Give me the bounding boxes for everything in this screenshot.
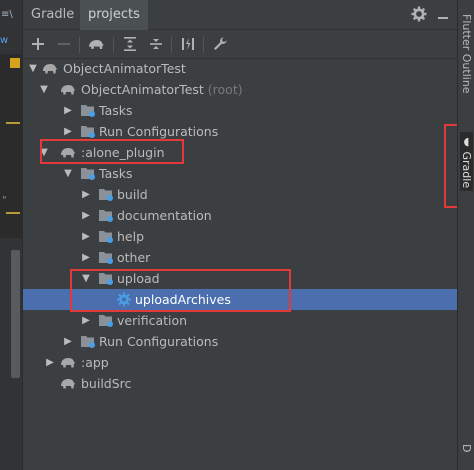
editor-scrollbar[interactable] [11, 250, 20, 378]
task-folder-icon [98, 250, 114, 265]
task-folder-icon [98, 313, 114, 328]
editor-code-fragment: w [0, 35, 9, 46]
editor-tab-glyph: ≡\ [1, 9, 13, 20]
run-config-folder-icon [80, 124, 96, 139]
gradle-stripe-label: Gradle [460, 151, 473, 189]
right-tool-stripe: Flutter Outline ◖ Gradle D [457, 0, 474, 470]
plus-icon[interactable] [29, 35, 47, 53]
chevron-right-icon[interactable]: ▶ [44, 352, 56, 373]
tree-label: :app [81, 355, 109, 370]
elephant-icon [60, 376, 76, 391]
expand-all-icon[interactable] [121, 35, 139, 53]
editor-code-fragment-quote: " [2, 195, 7, 206]
tree-row-plugin-run-configurations[interactable]: ▶ Run Configurations [23, 331, 458, 352]
flutter-outline-tab[interactable]: Flutter Outline [460, 14, 473, 94]
tool-window-header: Gradle projects [23, 0, 458, 30]
tree-row-other[interactable]: ▶ other [23, 247, 458, 268]
tree-label: documentation [117, 208, 212, 223]
toolbar-separator [171, 37, 172, 53]
tree-label: Run Configurations [99, 334, 219, 349]
chevron-right-icon[interactable]: ▶ [80, 226, 92, 247]
tree-label: build [117, 187, 148, 202]
tree-row-tasks[interactable]: ▶ Tasks [23, 100, 458, 121]
gear-icon[interactable] [411, 6, 427, 22]
task-folder-icon [80, 103, 96, 118]
gradle-stripe-tab[interactable]: ◖ Gradle [460, 132, 473, 192]
tree-row-documentation[interactable]: ▶ documentation [23, 205, 458, 226]
task-folder-icon [98, 187, 114, 202]
tree-row-build[interactable]: ▶ build [23, 184, 458, 205]
elephant-icon [42, 61, 58, 76]
tree-row-project[interactable]: ▼ ObjectAnimatorTest [23, 58, 458, 79]
elephant-icon: ◖ [460, 135, 473, 148]
editor-gutter-strip: ≡\ w " [0, 0, 22, 470]
task-folder-icon [98, 229, 114, 244]
gradle-tool-window: Gradle projects ▼ ObjectAnimatorTest ▼ O… [22, 0, 458, 470]
toolbar-separator [79, 37, 80, 53]
chevron-down-icon[interactable]: ▼ [27, 58, 39, 79]
chevron-down-icon[interactable]: ▼ [62, 163, 74, 184]
toolbar-separator [113, 37, 114, 53]
chevron-down-icon[interactable]: ▼ [38, 79, 50, 100]
collapse-all-icon[interactable] [147, 35, 165, 53]
run-config-folder-icon [80, 334, 96, 349]
minimize-icon[interactable] [435, 6, 451, 22]
wrench-icon[interactable] [211, 35, 229, 53]
tree-label: ObjectAnimatorTest [63, 61, 186, 76]
change-marker [6, 122, 20, 124]
chevron-right-icon[interactable]: ▶ [80, 310, 92, 331]
tree-label: Tasks [99, 103, 133, 118]
chevron-right-icon[interactable]: ▶ [80, 247, 92, 268]
root-module-name: ObjectAnimatorTest [81, 82, 204, 97]
chevron-right-icon[interactable]: ▶ [62, 331, 74, 352]
minus-icon[interactable] [55, 35, 73, 53]
elephant-icon [60, 82, 76, 97]
chevron-right-icon[interactable]: ▶ [62, 100, 74, 121]
toggle-offline-icon[interactable] [179, 35, 197, 53]
annotation-box-alone-plugin [40, 139, 184, 164]
tree-row-app[interactable]: ▶ :app [23, 352, 458, 373]
stripe-tab-bottom[interactable]: D [460, 444, 473, 452]
tree-label: Tasks [99, 166, 133, 181]
task-folder-icon [80, 166, 96, 181]
tab-projects[interactable]: projects [80, 0, 148, 30]
annotation-box-upload [70, 269, 291, 312]
gradle-toolbar [23, 30, 458, 59]
tree-label: ObjectAnimatorTest (root) [81, 79, 243, 100]
chevron-right-icon[interactable]: ▶ [80, 184, 92, 205]
change-marker [6, 212, 20, 214]
root-suffix: (root) [207, 82, 243, 97]
tree-row-plugin-tasks[interactable]: ▼ Tasks [23, 163, 458, 184]
warning-marker [10, 58, 20, 68]
tree-row-root-module[interactable]: ▼ ObjectAnimatorTest (root) [23, 79, 458, 100]
task-folder-icon [98, 208, 114, 223]
elephant-icon [60, 355, 76, 370]
tree-label: help [117, 229, 145, 244]
tree-label: other [117, 250, 151, 265]
tree-label: verification [117, 313, 188, 328]
elephant-icon[interactable] [87, 35, 105, 53]
toolbar-separator [203, 37, 204, 53]
tree-label: buildSrc [81, 376, 132, 391]
tree-row-verification[interactable]: ▶ verification [23, 310, 458, 331]
chevron-right-icon[interactable]: ▶ [80, 205, 92, 226]
tree-row-help[interactable]: ▶ help [23, 226, 458, 247]
tab-gradle[interactable]: Gradle [23, 0, 82, 30]
tree-row-buildsrc[interactable]: buildSrc [23, 373, 458, 394]
